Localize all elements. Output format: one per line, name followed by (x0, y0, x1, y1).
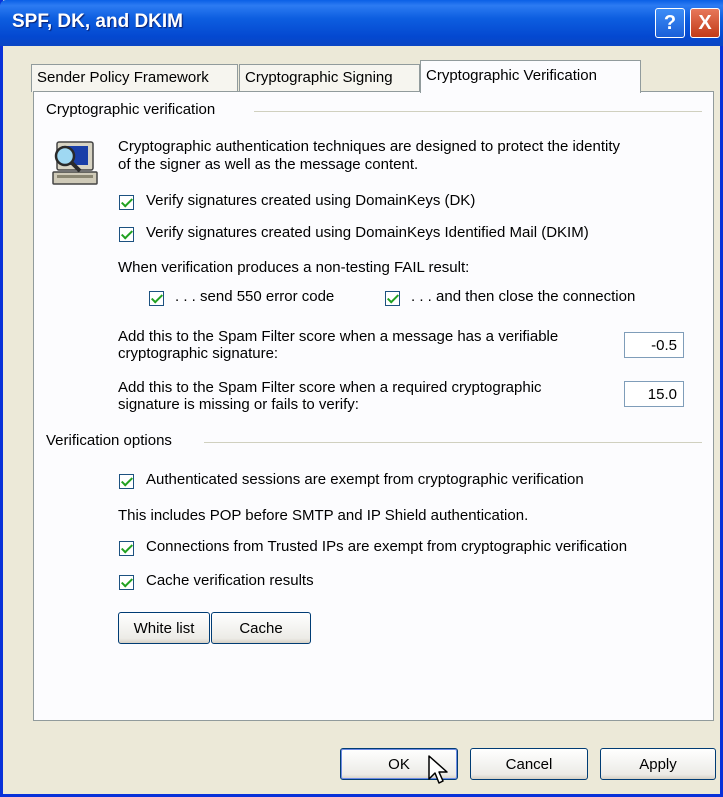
tab-label: Cryptographic Signing (245, 69, 393, 86)
white-list-button[interactable]: White list (118, 612, 210, 644)
missing-score-label-1: Add this to the Spam Filter score when a… (118, 379, 542, 396)
cancel-button[interactable]: Cancel (470, 748, 588, 780)
tab-cryptographic-verification[interactable]: Cryptographic Verification (420, 60, 641, 93)
title-bar[interactable]: SPF, DK, and DKIM ? X (0, 0, 723, 46)
group-title-cryptographic-verification: Cryptographic verification (46, 101, 222, 118)
auth-exempt-label[interactable]: Authenticated sessions are exempt from c… (146, 471, 584, 488)
close-icon: X (698, 11, 712, 34)
tab-cryptographic-signing[interactable]: Cryptographic Signing (239, 64, 420, 92)
verify-dk-checkbox[interactable] (119, 195, 134, 210)
window-title: SPF, DK, and DKIM (12, 11, 184, 32)
cache-results-checkbox[interactable] (119, 575, 134, 590)
cache-results-label[interactable]: Cache verification results (146, 572, 314, 589)
verifiable-score-label-1: Add this to the Spam Filter score when a… (118, 328, 559, 345)
group-divider (254, 111, 702, 112)
mouse-pointer-icon (428, 755, 450, 791)
verify-dk-label[interactable]: Verify signatures created using DomainKe… (146, 192, 475, 209)
group-title-verification-options: Verification options (46, 432, 178, 449)
apply-button[interactable]: Apply (600, 748, 716, 780)
white-list-button-label: White list (133, 619, 195, 637)
tab-panel: Cryptographic verification Cryptographic… (33, 91, 714, 721)
apply-button-label: Apply (639, 755, 677, 773)
help-icon: ? (663, 11, 677, 34)
send-550-checkbox[interactable] (149, 291, 164, 306)
fail-result-heading: When verification produces a non-testing… (118, 259, 470, 276)
tab-label: Sender Policy Framework (37, 69, 209, 86)
verify-dkim-label[interactable]: Verify signatures created using DomainKe… (146, 224, 589, 241)
tab-sender-policy-framework[interactable]: Sender Policy Framework (31, 64, 238, 92)
verify-dkim-checkbox[interactable] (119, 227, 134, 242)
verifiable-score-input[interactable]: -0.5 (624, 332, 684, 358)
group-divider (204, 442, 702, 443)
missing-score-label-2: signature is missing or fails to verify: (118, 396, 359, 413)
trusted-exempt-checkbox[interactable] (119, 541, 134, 556)
help-button[interactable]: ? (655, 8, 685, 38)
missing-score-input[interactable]: 15.0 (624, 381, 684, 407)
description-line-1: Cryptographic authentication techniques … (118, 138, 620, 155)
tab-label: Cryptographic Verification (426, 67, 597, 84)
close-connection-label[interactable]: . . . and then close the connection (411, 288, 635, 305)
ok-button-label: OK (388, 755, 410, 773)
verifiable-score-label-2: cryptographic signature: (118, 345, 279, 362)
close-connection-checkbox[interactable] (385, 291, 400, 306)
computer-magnifier-icon (47, 138, 103, 190)
cache-button[interactable]: Cache (211, 612, 311, 644)
dialog-window: SPF, DK, and DKIM ? X Sender Policy Fram… (0, 0, 723, 797)
auth-exempt-checkbox[interactable] (119, 474, 134, 489)
cache-button-label: Cache (239, 619, 283, 637)
trusted-exempt-label[interactable]: Connections from Trusted IPs are exempt … (146, 538, 627, 555)
auth-note: This includes POP before SMTP and IP Shi… (118, 507, 529, 524)
description-line-2: of the signer as well as the message con… (118, 156, 419, 173)
close-button[interactable]: X (690, 8, 720, 38)
cancel-button-label: Cancel (505, 755, 553, 773)
send-550-label[interactable]: . . . send 550 error code (175, 288, 334, 305)
